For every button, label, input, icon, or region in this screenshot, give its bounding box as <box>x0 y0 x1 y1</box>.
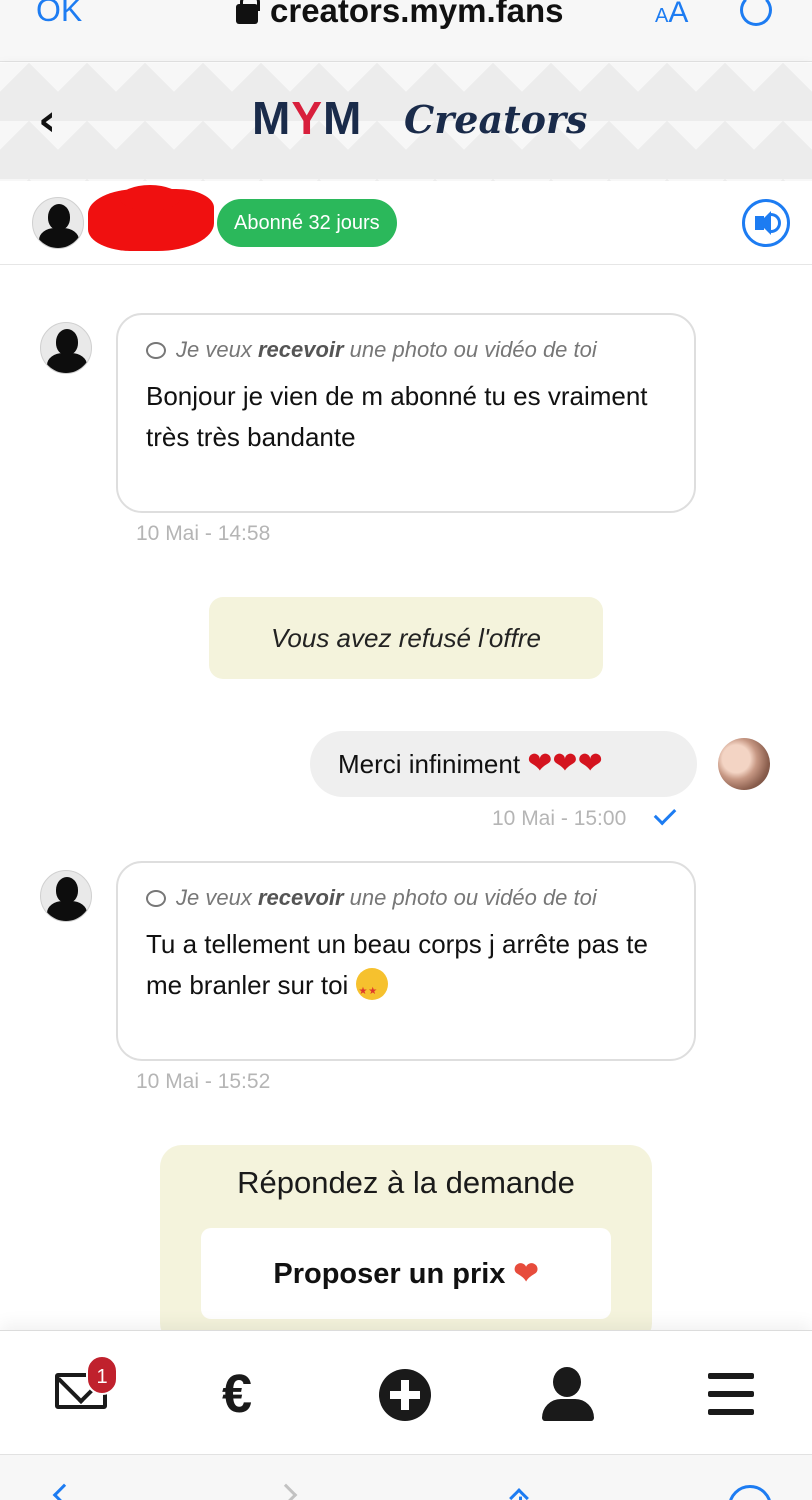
menu-bar <box>708 1391 754 1397</box>
incoming-message-bubble: Je veux recevoir une photo ou vidéo de t… <box>116 861 696 1061</box>
nav-profile-user-icon[interactable] <box>540 1359 610 1429</box>
request-prefix: Je veux <box>176 337 258 362</box>
sender-avatar <box>40 322 92 374</box>
nav-menu-hamburger-icon[interactable] <box>706 1359 776 1429</box>
nav-messages[interactable]: 1 <box>52 1355 122 1429</box>
share-icon[interactable] <box>509 1488 529 1500</box>
request-prefix: Je veux <box>176 885 258 910</box>
browser-back-icon[interactable] <box>52 1483 76 1500</box>
conversation-header: Abonné 32 jours <box>0 181 812 265</box>
logo-letter-y: Y <box>291 92 324 144</box>
contact-avatar[interactable] <box>32 197 84 249</box>
speaker-icon <box>755 211 771 235</box>
text-size-small-glyph: A <box>655 5 669 27</box>
request-card-title: Répondez à la demande <box>237 1165 575 1200</box>
request-suffix: une photo ou vidéo de toi <box>343 337 597 362</box>
message-text: Bonjour je vien de m abonné tu es vraime… <box>146 381 648 452</box>
text-size-large-glyph: A <box>668 0 689 29</box>
read-checkmark-icon <box>653 802 677 826</box>
lock-icon <box>236 0 260 24</box>
compass-icon[interactable] <box>728 1485 772 1500</box>
reload-icon[interactable] <box>740 0 772 26</box>
browser-top-bar: OK creators.mym.fans AA <box>0 0 812 62</box>
nav-create-plus-icon[interactable] <box>379 1369 431 1421</box>
message-timestamp: 10 Mai - 15:00 <box>492 807 627 830</box>
heart-icon: ❤ <box>513 1257 539 1290</box>
propose-price-label: Proposer un prix <box>273 1258 506 1290</box>
unread-badge: 1 <box>86 1355 118 1395</box>
sound-toggle-button[interactable] <box>742 199 790 247</box>
subscription-badge: Abonné 32 jours <box>217 199 397 247</box>
menu-bar <box>708 1373 754 1379</box>
redacted-username-mark <box>120 185 180 211</box>
chat-bubble-icon <box>146 890 166 907</box>
system-note: Vous avez refusé l'offre <box>209 597 603 679</box>
text-size-button[interactable]: AA <box>655 0 688 30</box>
incoming-message-bubble: Je veux recevoir une photo ou vidéo de t… <box>116 313 696 513</box>
sender-avatar <box>40 870 92 922</box>
request-suffix: une photo ou vidéo de toi <box>343 885 597 910</box>
request-bold: recevoir <box>257 337 344 362</box>
browser-bottom-bar <box>0 1454 812 1500</box>
url-field[interactable]: creators.mym.fans <box>270 0 563 30</box>
request-bold: recevoir <box>257 885 344 910</box>
logo-letter-m1: M <box>252 92 292 144</box>
menu-bar <box>708 1409 754 1415</box>
outgoing-message-bubble: Merci infiniment ❤❤❤ <box>310 731 697 797</box>
message-body: Tu a tellement un beau corps j arrête pa… <box>146 924 666 1012</box>
logo-subtitle: Creators <box>404 97 588 142</box>
browser-forward-icon[interactable] <box>274 1483 298 1500</box>
done-button[interactable]: OK <box>36 0 82 29</box>
message-timestamp: 10 Mai - 14:58 <box>136 522 271 545</box>
propose-price-button[interactable]: Proposer un prix ❤ <box>201 1228 611 1319</box>
my-avatar <box>718 738 770 790</box>
bottom-navigation: 1 € <box>0 1330 812 1454</box>
app-header: ‹ MYM Creators <box>0 63 812 181</box>
logo-letter-m2: M <box>323 92 363 144</box>
sound-wave-icon <box>769 213 781 233</box>
request-response-card: Répondez à la demande Proposer un prix ❤ <box>160 1145 652 1345</box>
request-type: Je veux recevoir une photo ou vidéo de t… <box>146 329 666 370</box>
request-type: Je veux recevoir une photo ou vidéo de t… <box>146 877 666 918</box>
nav-wallet[interactable]: € <box>222 1359 292 1429</box>
star-struck-emoji-icon <box>355 968 388 1012</box>
hearts-emoji: ❤❤❤ <box>527 747 603 780</box>
message-text: Tu a tellement un beau corps j arrête pa… <box>146 929 648 1000</box>
back-chevron-icon[interactable]: ‹ <box>38 99 68 143</box>
message-text: Merci infiniment <box>338 749 521 779</box>
message-timestamp: 10 Mai - 15:52 <box>136 1070 271 1093</box>
euro-icon: € <box>222 1364 253 1424</box>
logo[interactable]: MYM <box>252 91 362 145</box>
chat-bubble-icon <box>146 342 166 359</box>
